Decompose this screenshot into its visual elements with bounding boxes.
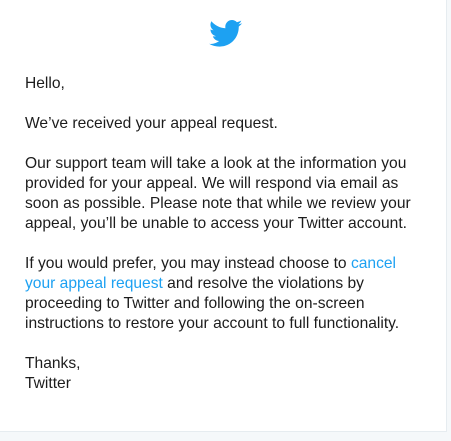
logo-container	[0, 20, 451, 48]
closing: Thanks,	[25, 355, 81, 372]
preference-text-start: If you would prefer, you may instead cho…	[25, 255, 351, 272]
twitter-bird-icon	[208, 20, 243, 48]
received-message: We’ve received your appeal request.	[25, 115, 278, 132]
email-content: Hello, We’ve received your appeal reques…	[25, 74, 430, 394]
signature: Twitter	[25, 375, 71, 392]
email-body: Hello, We’ve received your appeal reques…	[0, 0, 447, 432]
greeting: Hello,	[25, 75, 65, 92]
preference-paragraph: If you would prefer, you may instead cho…	[25, 254, 430, 334]
support-paragraph: Our support team will take a look at the…	[25, 155, 411, 232]
